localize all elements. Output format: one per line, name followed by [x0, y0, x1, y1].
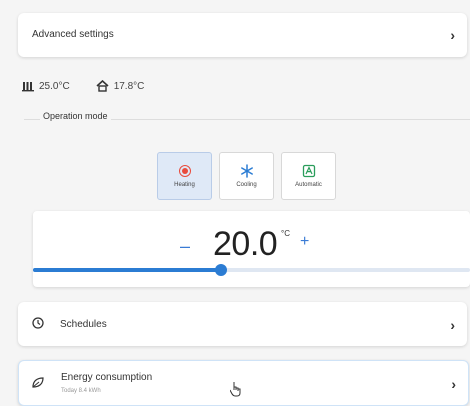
outdoor-temp: 17.8°C — [96, 80, 145, 92]
mode-cooling-label: Cooling — [236, 182, 257, 188]
snowflake-icon — [240, 164, 253, 178]
outdoor-temp-value: 17.8°C — [113, 80, 145, 92]
schedules-label: Schedules — [60, 319, 107, 330]
house-icon — [96, 80, 109, 92]
clock-icon — [32, 317, 44, 329]
setpoint-slider-fill — [33, 268, 221, 272]
setpoint-unit: °C — [281, 229, 290, 238]
mode-automatic-button[interactable]: Automatic — [281, 152, 336, 200]
increase-button[interactable]: + — [300, 233, 309, 251]
indoor-temp: 25.0°C — [22, 80, 70, 92]
temperature-readouts: 25.0°C 17.8°C — [22, 80, 164, 92]
mode-automatic-label: Automatic — [295, 182, 322, 188]
setpoint-slider-thumb[interactable] — [214, 264, 227, 276]
advanced-settings-label: Advanced settings — [32, 29, 114, 40]
schedules-row[interactable]: Schedules › — [18, 302, 467, 346]
indoor-temp-value: 25.0°C — [39, 80, 70, 92]
radiator-icon — [22, 82, 34, 92]
mode-heating-label: Heating — [174, 182, 195, 188]
auto-icon — [302, 164, 315, 178]
leaf-icon — [32, 377, 44, 388]
chevron-right-icon: › — [450, 317, 455, 333]
chevron-right-icon: › — [450, 27, 455, 43]
operation-mode-label: Operation mode — [40, 111, 111, 121]
setpoint-value: 20.0 — [213, 225, 278, 263]
energy-consumption-label: Energy consumption — [61, 372, 153, 383]
sun-icon — [178, 165, 191, 177]
decrease-button[interactable]: – — [180, 236, 190, 257]
energy-consumption-row[interactable]: Energy consumption Today 8.4 kWh › — [18, 360, 469, 406]
advanced-settings-row[interactable]: Advanced settings › — [18, 13, 467, 57]
mode-heating-button[interactable]: Heating — [157, 152, 212, 200]
chevron-right-icon: › — [451, 376, 456, 392]
mode-cooling-button[interactable]: Cooling — [219, 152, 274, 200]
energy-consumption-subtitle: Today 8.4 kWh — [61, 388, 101, 394]
hand-pointer-icon — [230, 382, 241, 397]
